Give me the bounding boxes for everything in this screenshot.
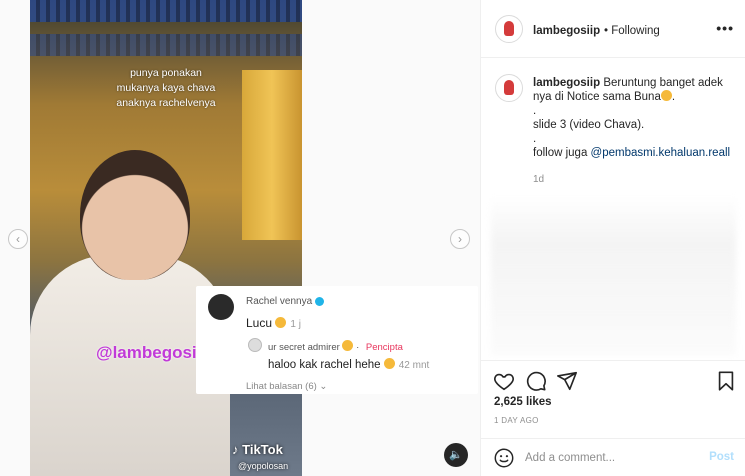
post-actions [481,360,745,400]
speaker-icon[interactable]: 🔈 [444,443,468,467]
avatar [208,294,234,320]
share-icon[interactable] [556,370,578,392]
comment-text: Lucu 1 j [246,316,301,330]
emoji-icon [342,340,354,351]
video-caption-line: punya ponakan [130,67,202,79]
verified-icon [315,296,325,306]
bed-frame-decor [30,0,302,22]
tiktok-username: @yopolosan [238,461,289,471]
caption-line: slide 3 (video Chava). [533,119,645,131]
post-comment-button[interactable]: Post [709,451,734,463]
emoji-picker-icon[interactable] [493,447,515,469]
tiktok-comment-card: Rachel vennya Lucu 1 j ur secret admirer… [196,286,478,394]
comments-loading-area [491,195,736,355]
post-panel: lambegosiip • Following ••• lambegosiip … [480,0,745,476]
reply-text: haloo kak rachel hehe 42 mnt [268,358,430,371]
comment-input[interactable] [525,449,695,467]
reply-author: ur secret admirer · Pencipta [268,340,403,353]
comment-icon[interactable] [525,370,547,392]
video-caption-line: anaknya rachelvenya [116,97,216,109]
video-frame[interactable]: punya ponakan mukanya kaya chava anaknya… [30,0,302,476]
comment-bar: Post [481,438,745,476]
post-caption: lambegosiip Beruntung banget adek nya di… [533,76,738,187]
heart-icon[interactable] [493,370,515,392]
caption-username[interactable]: lambegosiip [533,77,600,89]
caption-time[interactable]: 1d [533,174,544,185]
username-link[interactable]: lambegosiip [533,25,600,37]
avatar[interactable] [495,74,523,102]
caption-line: . [533,133,537,145]
post-header: lambegosiip • Following ••• [481,0,745,58]
post-media: punya ponakan mukanya kaya chava anaknya… [0,0,480,476]
caption-line: . [533,105,537,117]
mention-link[interactable]: @pembasmi.kehaluan.reall [591,147,731,159]
caption-line: follow juga @pembasmi.kehaluan.reall [533,147,731,159]
bed-frame-decor [30,34,302,56]
bookmark-icon[interactable] [715,370,737,392]
emoji-icon [660,90,672,101]
video-caption-line: mukanya kaya chava [116,82,216,94]
tiktok-logo: ♪ TikTok [232,442,283,457]
emoji-icon [383,358,395,369]
chevron-left-icon[interactable]: ‹ [8,229,28,249]
chevron-right-icon[interactable]: › [450,229,470,249]
view-replies-link: Lihat balasan (6) ⌄ [246,381,328,392]
emoji-icon [275,317,287,328]
child-head [80,150,190,280]
post-date[interactable]: 1 DAY AGO [494,416,539,425]
comment-author: Rachel vennya [246,296,325,307]
more-options-icon[interactable]: ••• [716,20,734,36]
follow-status[interactable]: • Following [604,25,660,37]
avatar [248,338,262,352]
avatar[interactable] [495,15,523,43]
likes-count[interactable]: 2,625 likes [494,396,552,408]
watermark: @lambegosiip [96,343,212,362]
header-user: lambegosiip • Following [533,21,660,37]
